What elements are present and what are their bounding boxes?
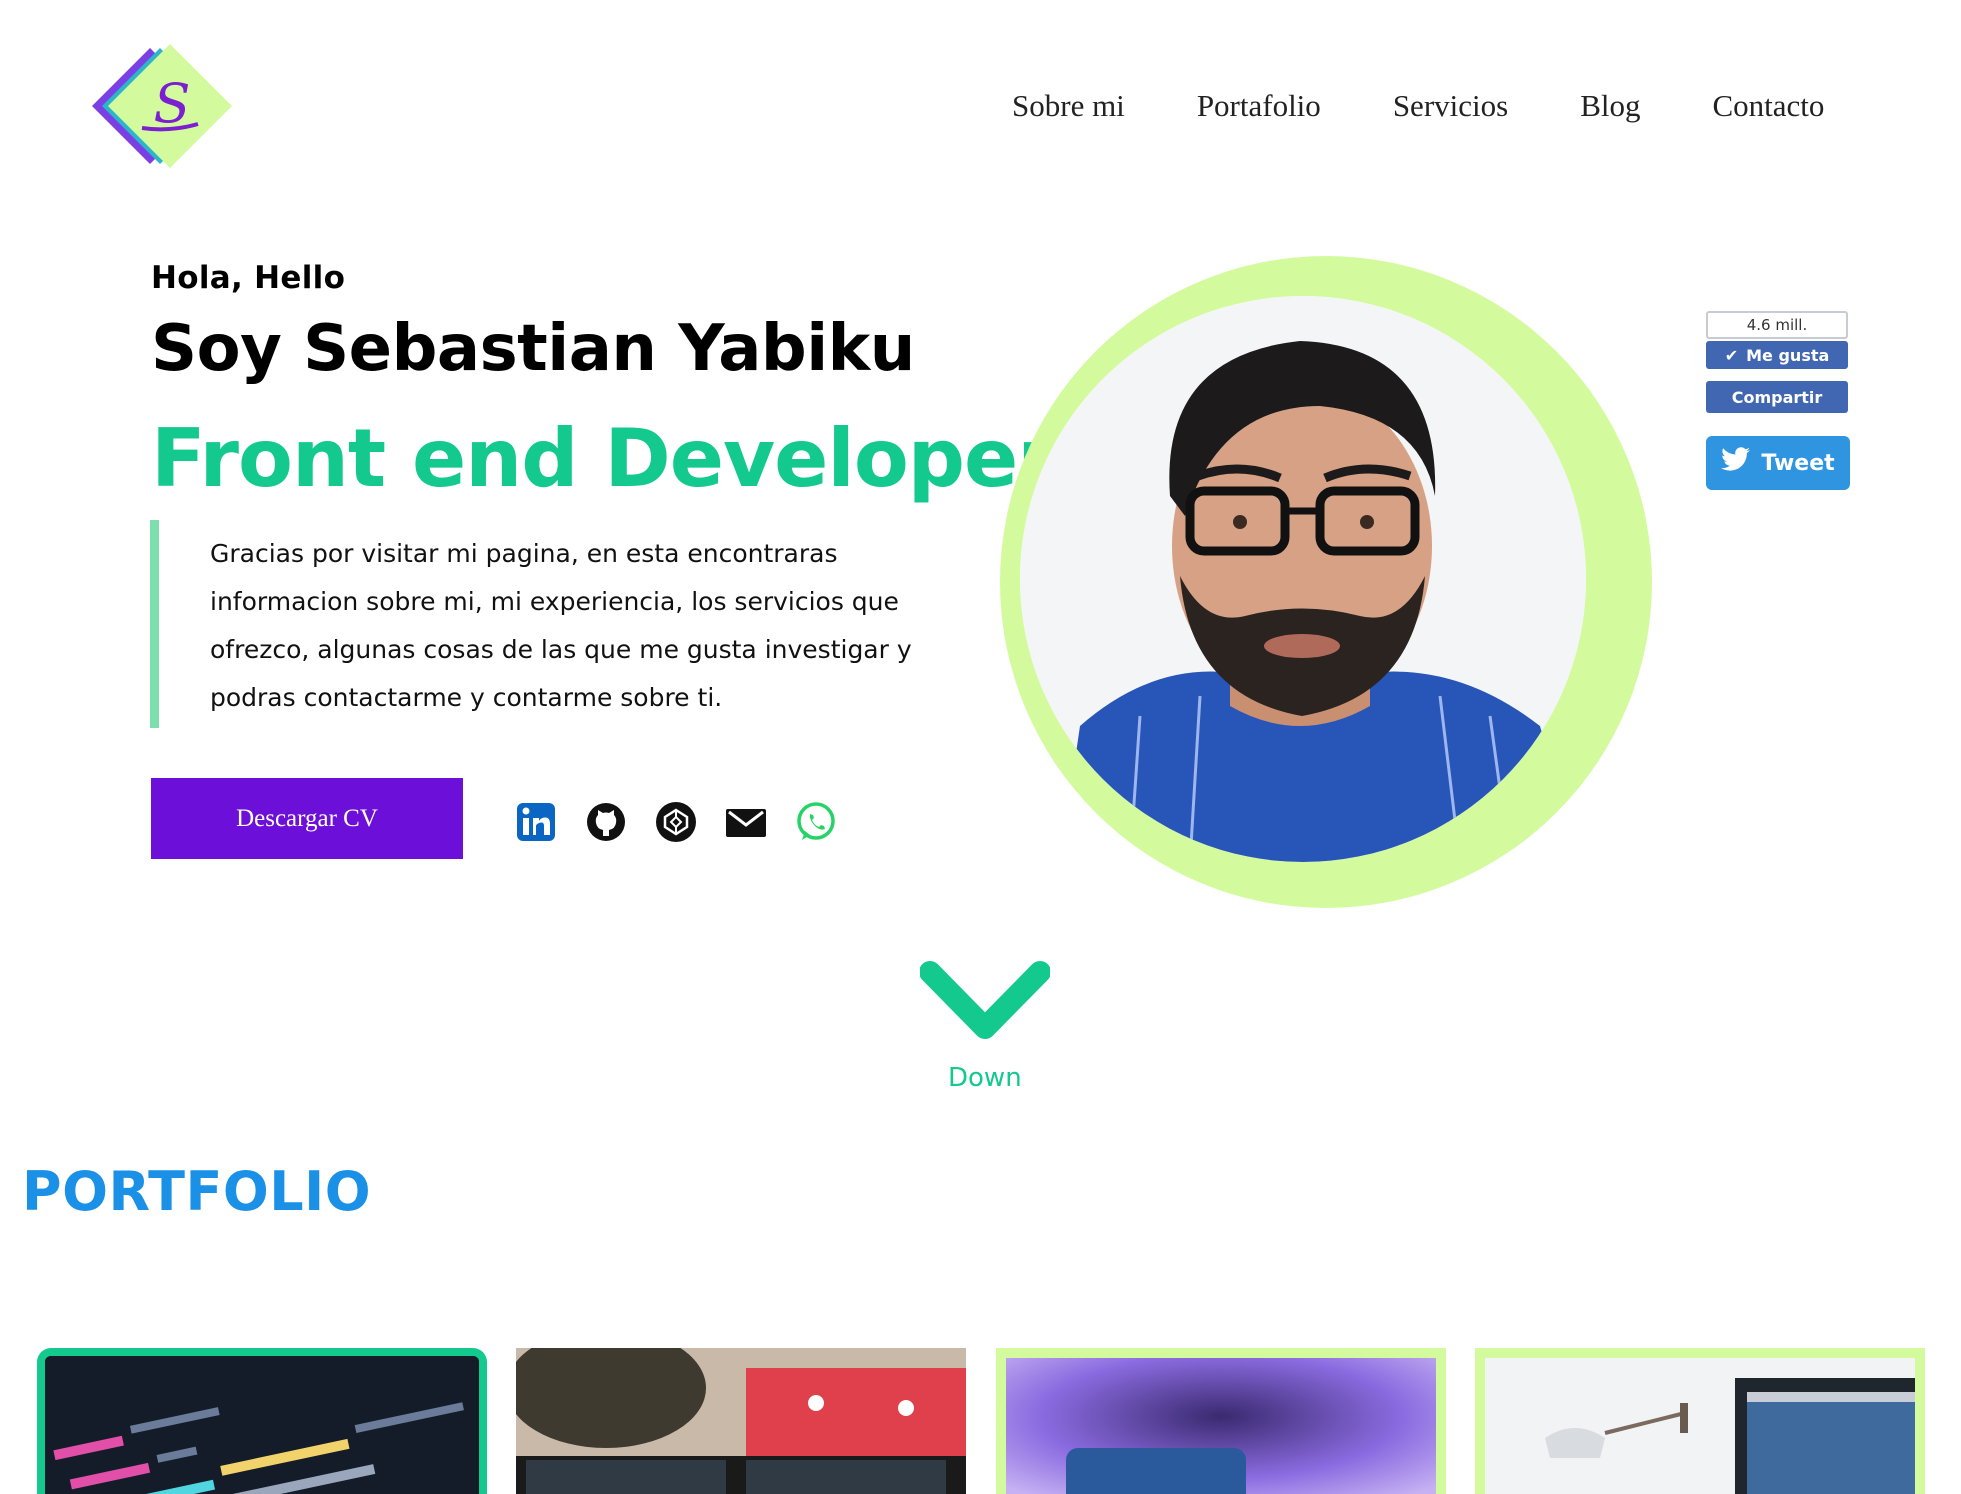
fb-share-button[interactable]: Compartir <box>1706 381 1848 413</box>
nav-portafolio[interactable]: Portafolio <box>1197 88 1321 124</box>
codepen-icon[interactable] <box>654 800 698 844</box>
whatsapp-icon[interactable] <box>794 800 838 844</box>
main-nav: Sobre mi Portafolio Servicios Blog Conta… <box>1012 88 1824 124</box>
tweet-label: Tweet <box>1761 450 1835 476</box>
twitter-bird-icon <box>1721 447 1751 479</box>
hero-intro: Gracias por visitar mi pagina, en esta e… <box>210 539 912 712</box>
portfolio-card-desk[interactable] <box>516 1348 966 1494</box>
chevron-down-icon[interactable] <box>919 960 1051 1040</box>
profile-photo <box>1020 296 1586 862</box>
portfolio-card-phone[interactable] <box>996 1348 1446 1494</box>
nav-contacto[interactable]: Contacto <box>1712 88 1824 124</box>
linkedin-icon[interactable] <box>514 800 558 844</box>
download-cv-button[interactable]: Descargar CV <box>151 778 463 859</box>
social-links <box>514 800 838 844</box>
check-icon: ✔ <box>1724 345 1739 365</box>
nav-blog[interactable]: Blog <box>1580 88 1640 124</box>
site-logo[interactable]: S <box>90 40 240 170</box>
nav-sobre-mi[interactable]: Sobre mi <box>1012 88 1125 124</box>
fb-like-button[interactable]: ✔ Me gusta <box>1706 341 1848 369</box>
hero-greeting: Hola, Hello <box>151 260 346 296</box>
portfolio-card-code[interactable] <box>37 1348 487 1494</box>
scroll-down-label[interactable]: Down <box>948 1063 1022 1093</box>
portfolio-card-laptop[interactable] <box>1475 1348 1925 1494</box>
fb-like-count: 4.6 mill. <box>1706 311 1848 339</box>
portfolio-heading: PORTFOLIO <box>22 1160 372 1223</box>
fb-like-label: Me gusta <box>1746 345 1830 365</box>
facebook-widget: 4.6 mill. ✔ Me gusta Compartir <box>1706 311 1848 413</box>
hero-name: Soy Sebastian Yabiku <box>151 312 915 386</box>
intro-accent-bar <box>150 520 159 728</box>
tweet-button[interactable]: Tweet <box>1706 436 1850 490</box>
nav-servicios[interactable]: Servicios <box>1393 88 1508 124</box>
hero-role: Front end Developer <box>151 412 1057 505</box>
github-icon[interactable] <box>584 800 628 844</box>
email-icon[interactable] <box>724 800 768 844</box>
